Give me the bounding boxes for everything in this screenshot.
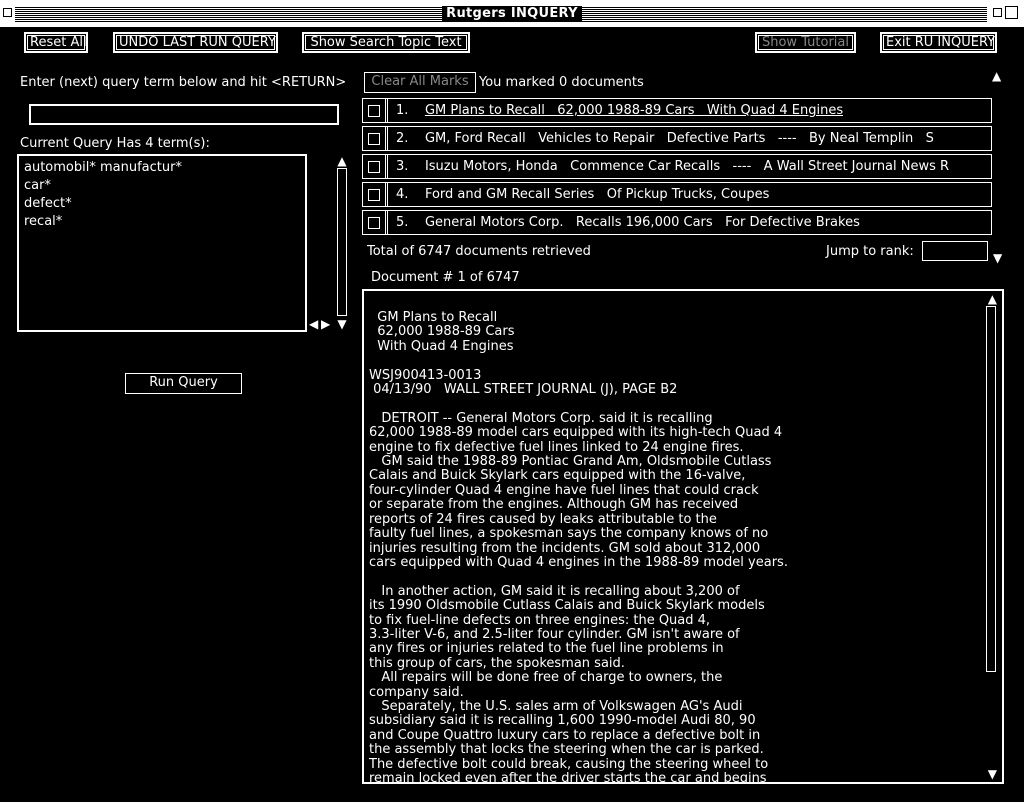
window-menu-button[interactable] [3,8,12,17]
result-title[interactable]: Isuzu Motors, Honda Commence Car Recalls… [425,159,949,174]
maximize-button[interactable] [1005,6,1018,19]
query-term[interactable]: automobil* manufactur* [24,159,300,177]
results-scroll-down-icon[interactable]: ▼ [993,252,1002,264]
result-row[interactable]: 4. Ford and GM Recall Series Of Pickup T… [362,182,992,207]
query-scroll-left-icon[interactable]: ◀ [309,318,318,330]
minimize-button[interactable] [993,8,1002,17]
result-title[interactable]: General Motors Corp. Recalls 196,000 Car… [425,215,860,230]
result-checkbox[interactable] [363,127,388,150]
document-scroll-down-icon[interactable]: ▼ [988,768,997,780]
query-term[interactable]: car* [24,177,300,195]
result-row[interactable]: 1. GM Plans to Recall 62,000 1988-89 Car… [362,98,992,123]
marked-count: You marked 0 documents [479,75,644,90]
result-row[interactable]: 2. GM, Ford Recall Vehicles to Repair De… [362,126,992,151]
document-text: GM Plans to Recall 62,000 1988-89 Cars W… [369,310,788,784]
result-rank: 5. [396,215,409,230]
jump-to-rank-input[interactable] [922,241,988,261]
reset-all-button[interactable]: Reset All [24,32,88,53]
document-position: Document # 1 of 6747 [371,270,520,285]
query-vertical-scrollbar[interactable] [337,168,347,316]
query-term[interactable]: recal* [24,213,300,231]
results-scroll-up-icon[interactable]: ▲ [992,70,1001,82]
show-search-topic-button[interactable]: Show Search Topic Text [302,32,470,53]
result-checkbox[interactable] [363,155,388,178]
query-term-input[interactable] [29,104,339,125]
document-viewer[interactable]: GM Plans to Recall 62,000 1988-89 Cars W… [362,289,1004,784]
document-scroll-up-icon[interactable]: ▲ [988,293,997,305]
result-checkbox[interactable] [363,183,388,206]
title-bar[interactable]: Rutgers INQUERY [0,0,1024,27]
result-rank: 2. [396,131,409,146]
query-prompt: Enter (next) query term below and hit <R… [20,75,347,90]
query-term-list[interactable]: automobil* manufactur* car* defect* reca… [17,154,307,332]
query-term[interactable]: defect* [24,195,300,213]
result-rank: 4. [396,187,409,202]
query-scroll-up-icon[interactable]: ▲ [336,155,348,167]
result-title[interactable]: Ford and GM Recall Series Of Pickup Truc… [425,187,769,202]
query-term-count: Current Query Has 4 term(s): [20,136,210,151]
window-title: Rutgers INQUERY [442,6,582,21]
result-row[interactable]: 5. General Motors Corp. Recalls 196,000 … [362,210,992,235]
show-tutorial-button[interactable]: Show Tutorial [755,32,856,53]
jump-to-rank-label: Jump to rank: [826,244,914,259]
total-retrieved: Total of 6747 documents retrieved [367,244,591,259]
result-checkbox[interactable] [363,99,388,122]
exit-button[interactable]: Exit RU INQUERY [880,32,997,53]
result-rank: 3. [396,159,409,174]
result-row[interactable]: 3. Isuzu Motors, Honda Commence Car Reca… [362,154,992,179]
result-checkbox[interactable] [363,211,388,234]
query-scroll-down-icon[interactable]: ▼ [336,318,348,330]
run-query-button[interactable]: Run Query [125,373,242,394]
result-title[interactable]: GM Plans to Recall 62,000 1988-89 Cars W… [425,103,843,118]
document-scrollbar-thumb[interactable] [986,306,996,672]
result-rank: 1. [396,103,409,118]
query-scroll-right-icon[interactable]: ▶ [321,318,330,330]
result-title[interactable]: GM, Ford Recall Vehicles to Repair Defec… [425,131,934,146]
clear-all-marks-button[interactable]: Clear All Marks [364,72,476,93]
undo-last-run-query-button[interactable]: UNDO LAST RUN QUERY [113,32,278,53]
